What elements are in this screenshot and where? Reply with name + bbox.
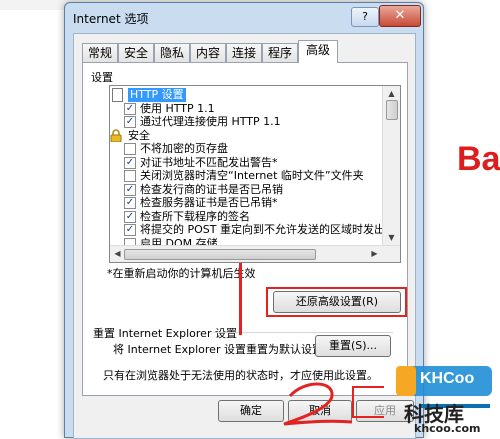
close-button[interactable]: ✕ [379, 5, 421, 27]
setting-checkbox[interactable]: ✓ [124, 224, 136, 236]
tab-privacy[interactable]: 隐私 [154, 43, 190, 62]
setting-label: 安全 [128, 128, 150, 142]
vertical-scrollbar[interactable]: ▲ ▼ [382, 86, 400, 246]
restart-note: *在重新启动你的计算机后生效 [107, 267, 256, 280]
setting-label: HTTP 设置 [128, 88, 186, 102]
baidu-logo-fragment: Ba [457, 140, 500, 178]
setting-label: 对证书地址不匹配发出警告* [140, 155, 278, 169]
setting-checkbox[interactable]: ✓ [124, 116, 136, 128]
tab-programs[interactable]: 程序 [262, 43, 298, 62]
setting-label: 检查服务器证书是否已吊销* [140, 196, 278, 209]
setting-label: 检查发行商的证书是否已吊销 [140, 182, 283, 196]
red-highlight-box [266, 287, 407, 317]
horizontal-scroll-thumb[interactable] [124, 249, 316, 260]
scroll-left-icon[interactable]: ◀ [110, 246, 125, 261]
setting-checkbox[interactable] [124, 143, 136, 155]
reset-group-title: 重置 Internet Explorer 设置 [93, 327, 237, 340]
setting-checkbox[interactable]: ✓ [124, 197, 136, 209]
setting-label: 检查所下载程序的签名 [140, 209, 250, 223]
reset-button[interactable]: 重置(S)... [315, 335, 391, 357]
red-number-two-annotation [283, 382, 353, 426]
setting-checkbox[interactable]: ✓ [124, 183, 136, 196]
vertical-scroll-thumb[interactable] [386, 100, 398, 120]
setting-label: 使用 HTTP 1.1 [140, 101, 215, 115]
settings-list[interactable]: HTTP 设置 ✓ 使用 HTTP 1.1 ✓ 通过代理连接使用 HTTP 1.1 安全不… [109, 85, 401, 263]
ok-button[interactable]: 确定 [218, 400, 284, 422]
setting-checkbox[interactable]: ✓ [124, 210, 136, 223]
watermark-url: khcoo.com [414, 422, 481, 435]
red-annotation-line [239, 263, 242, 335]
khcoo-watermark: KHCoo 科技库 khcoo.com [390, 360, 500, 436]
setting-checkbox[interactable] [124, 170, 136, 182]
horizontal-scrollbar[interactable]: ◀ ▶ [110, 245, 400, 262]
setting-label: 不将加密的页存盘 [140, 142, 228, 155]
document-icon [112, 88, 123, 102]
settings-label: 设置 [91, 71, 113, 84]
tab-security[interactable]: 安全 [118, 43, 154, 62]
dialog-title: Internet 选项 [73, 12, 149, 26]
lock-icon [110, 128, 122, 142]
settings-rows: HTTP 设置 ✓ 使用 HTTP 1.1 ✓ 通过代理连接使用 HTTP 1.1 安全不… [110, 86, 382, 246]
setting-checkbox[interactable]: ✓ [124, 102, 136, 115]
tab-advanced[interactable]: 高级 [298, 40, 338, 63]
advanced-tab-panel: 设置 HTTP 设置 ✓ 使用 HTTP 1.1 ✓ 通过代理连接使用 HTTP 1.1… [82, 62, 408, 396]
tab-connections[interactable]: 连接 [226, 43, 262, 62]
scroll-up-icon[interactable]: ▲ [384, 86, 399, 101]
tab-content[interactable]: 内容 [190, 43, 226, 62]
scroll-down-icon[interactable]: ▼ [384, 230, 399, 245]
dialog-client-area: 常规 安全 隐私 内容 连接 程序 高级 设置 HTTP 设置 ✓ 使用 HTTP … [73, 33, 416, 439]
scroll-right-icon[interactable]: ▶ [367, 246, 382, 261]
red-apply-highlight [352, 386, 384, 418]
setting-label: 关闭浏览器时清空“Internet 临时文件”文件夹 [140, 169, 364, 182]
internet-options-dialog: Internet 选项 ? ✕ 常规 安全 隐私 内容 连接 程序 高级 设置 … [64, 2, 424, 439]
tab-general[interactable]: 常规 [82, 43, 118, 62]
setting-label: 通过代理连接使用 HTTP 1.1 [140, 115, 281, 128]
watermark-logo-text: KHCoo [420, 370, 475, 387]
reset-group-description: 将 Internet Explorer 设置重置为默认设置。 [113, 343, 334, 356]
setting-checkbox[interactable]: ✓ [124, 156, 136, 169]
help-button[interactable]: ? [351, 7, 379, 27]
setting-label: 将提交的 POST 重定向到不允许发送的区域时发出警 [140, 223, 382, 236]
dialog-titlebar[interactable]: Internet 选项 ? ✕ [65, 3, 423, 31]
